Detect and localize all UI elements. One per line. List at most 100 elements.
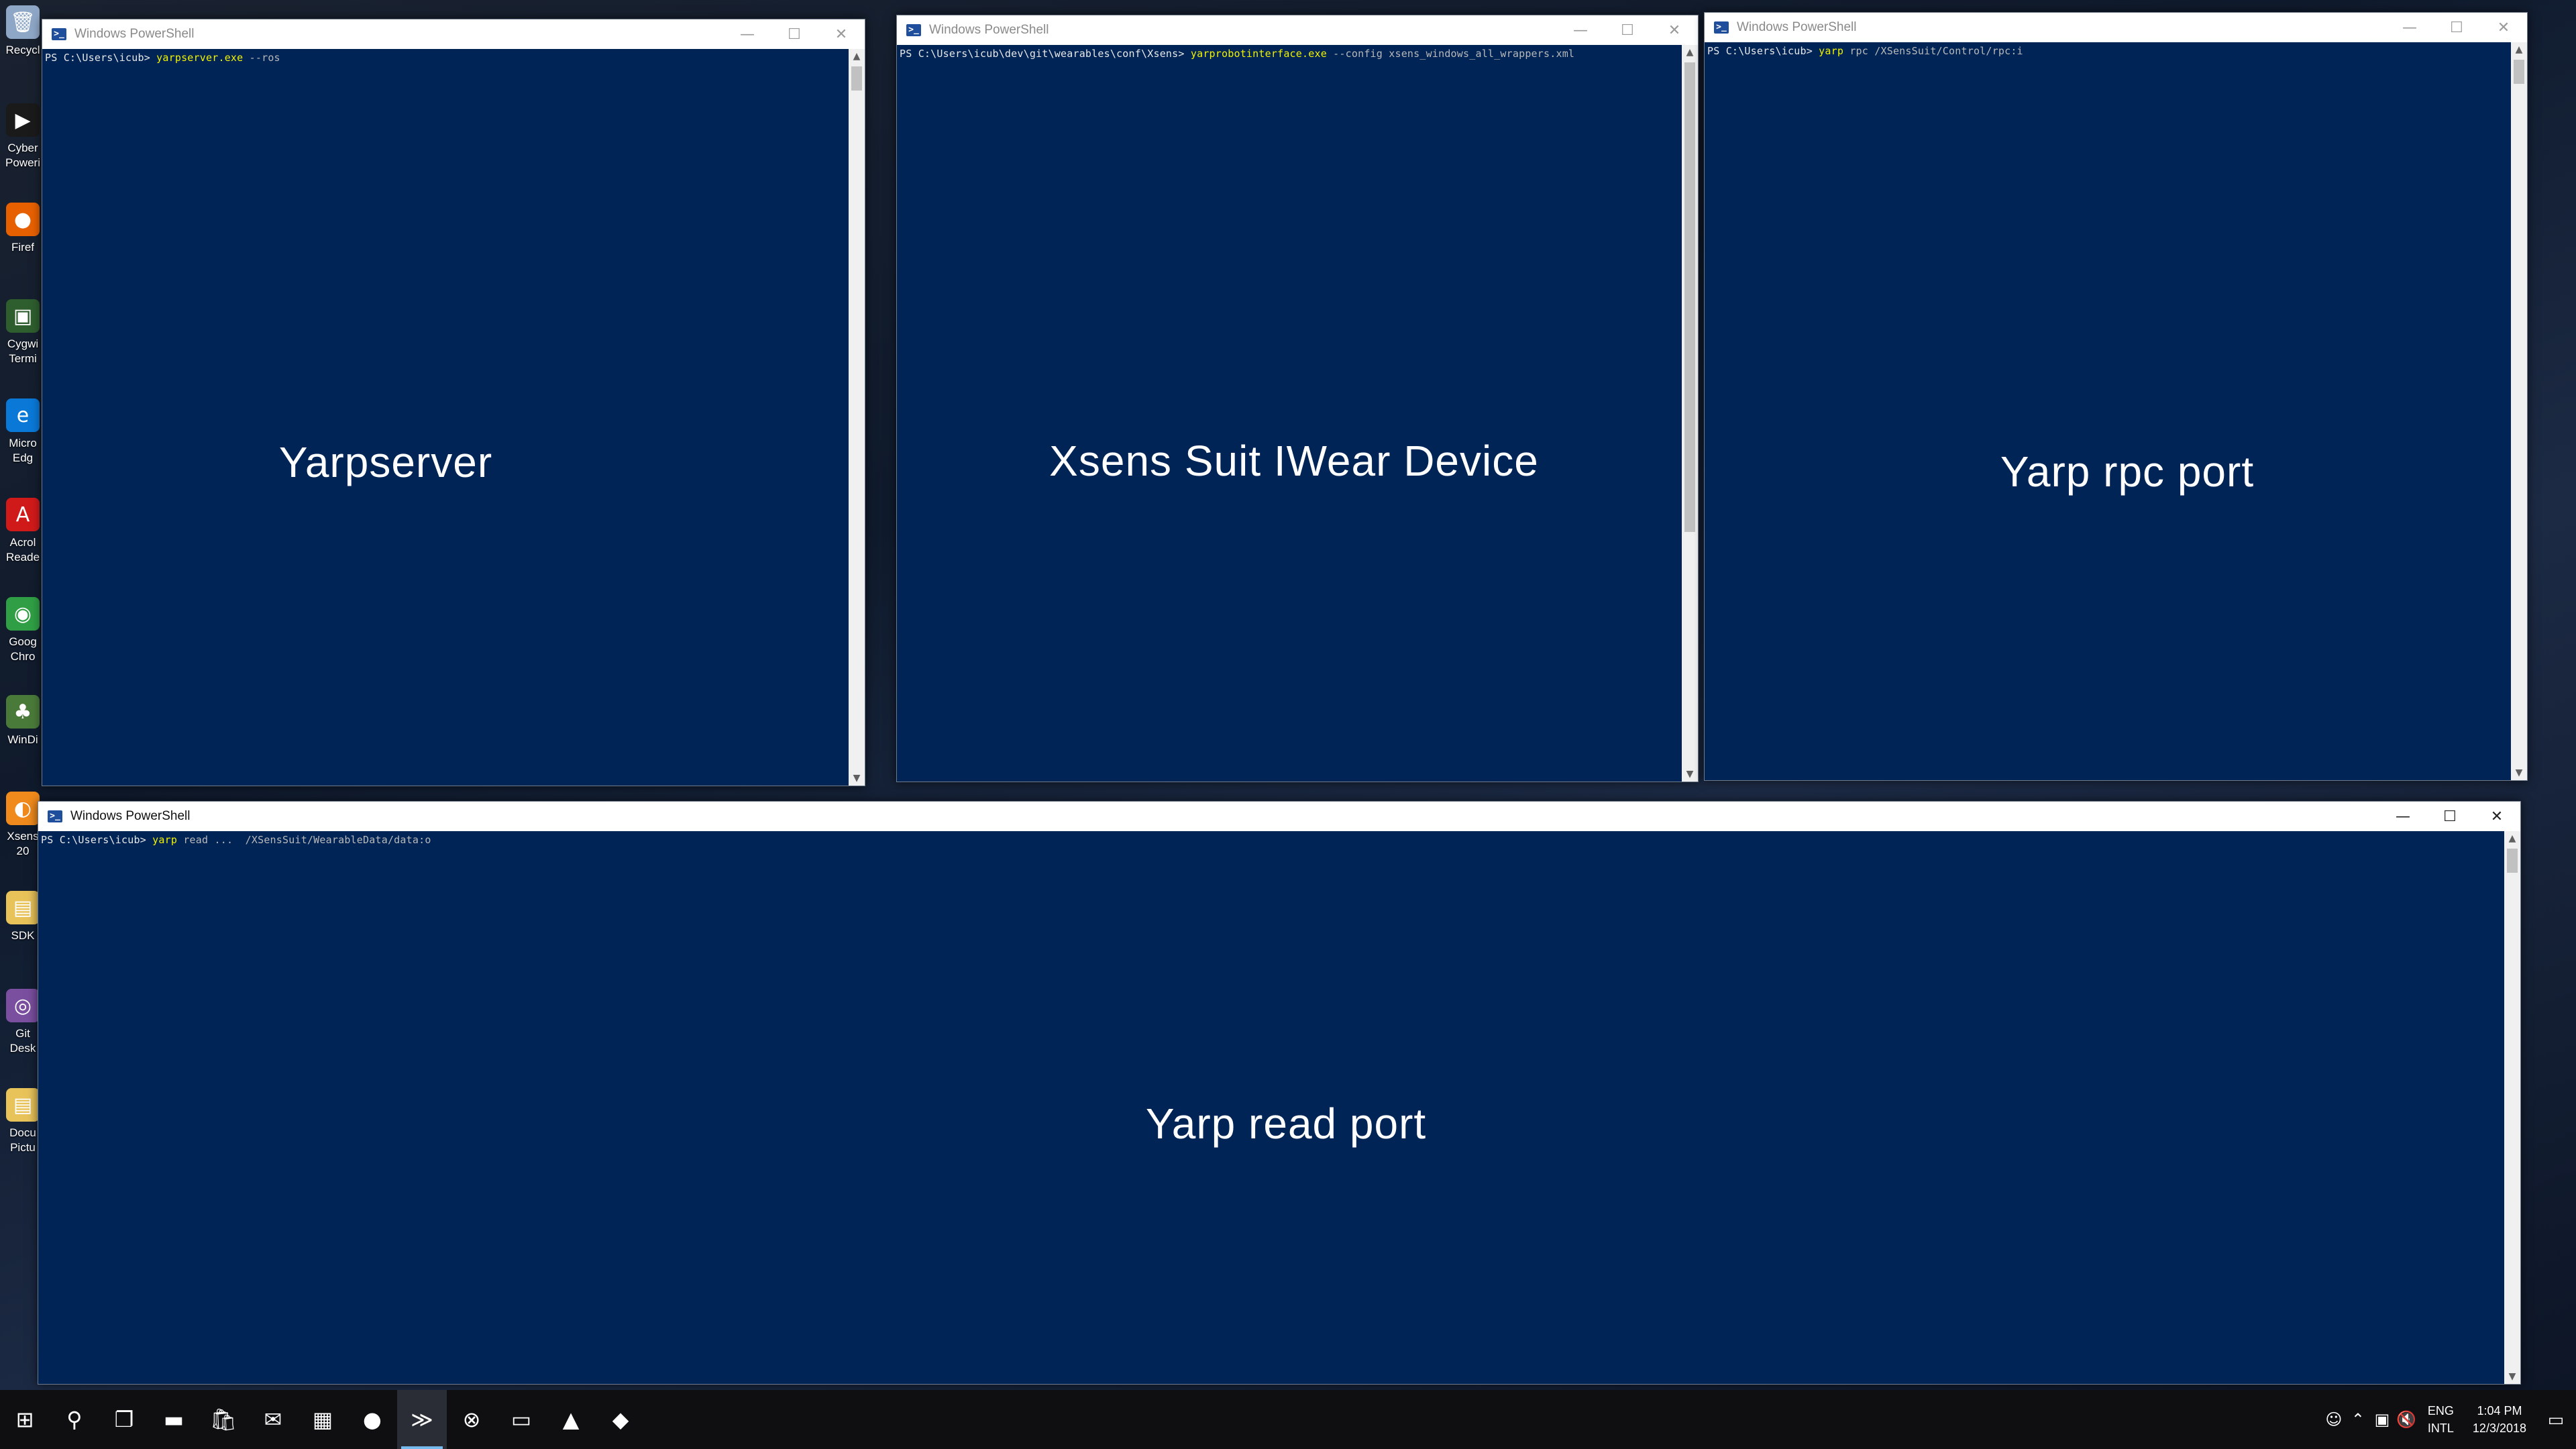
vertical-scrollbar[interactable]: ▲ ▼ xyxy=(2511,42,2527,780)
desktop-icon[interactable]: ▣ Cygwi Termi xyxy=(0,294,46,368)
powershell-taskbar-icon[interactable]: ≫ xyxy=(397,1390,447,1449)
window-yarp-rpc[interactable]: >_ Windows PowerShell — ☐ ✕ PS C:\Users\… xyxy=(1704,12,2528,781)
title-bar[interactable]: >_ Windows PowerShell — ☐ ✕ xyxy=(1705,13,2527,42)
recycle-bin-icon: 🗑 xyxy=(6,5,40,39)
scroll-down-arrow-icon[interactable]: ▼ xyxy=(2504,1369,2520,1384)
file-explorer-icon[interactable]: ▬ xyxy=(149,1390,199,1449)
show-hidden-icons-chevron-icon[interactable]: ⌃ xyxy=(2346,1410,2370,1429)
scroll-up-arrow-icon[interactable]: ▲ xyxy=(2504,831,2520,846)
desktop-icon-label: Git Desk xyxy=(9,1027,36,1055)
desktop-icon-label: Recycl xyxy=(5,44,40,56)
people-icon[interactable]: ☺ xyxy=(2322,1410,2346,1429)
store-icon[interactable]: 🛍 xyxy=(199,1390,248,1449)
desktop-icon[interactable]: ♣ WinDi xyxy=(0,690,46,763)
powershell-icon: >_ xyxy=(48,810,62,822)
minimize-button[interactable]: — xyxy=(724,19,771,49)
window-yarpserver[interactable]: >_ Windows PowerShell — ☐ ✕ PS C:\Users\… xyxy=(42,19,865,786)
scroll-up-arrow-icon[interactable]: ▲ xyxy=(1682,45,1698,60)
command-args: read ... /XSensSuit/WearableData/data:o xyxy=(177,834,431,846)
desktop-icon[interactable]: A Acrol Reade xyxy=(0,492,46,566)
minimize-button[interactable]: — xyxy=(2386,13,2433,42)
scroll-thumb[interactable] xyxy=(851,66,862,91)
sdk-folder-icon: ▤ xyxy=(6,891,40,924)
desktop-icon[interactable]: e Micro Edg xyxy=(0,393,46,467)
console-area[interactable]: PS C:\Users\icub> yarp read ... /XSensSu… xyxy=(38,831,2504,1384)
window-caption: Yarp read port xyxy=(1145,1099,1427,1148)
scroll-down-arrow-icon[interactable]: ▼ xyxy=(2511,765,2527,780)
calculator-app-icon[interactable]: ▦ xyxy=(298,1390,347,1449)
git-icon[interactable]: ◆ xyxy=(596,1390,645,1449)
scroll-down-arrow-icon[interactable]: ▼ xyxy=(1682,767,1698,782)
cygwin-terminal-icon: ▣ xyxy=(6,299,40,333)
clock-date: 12/3/2018 xyxy=(2472,1421,2526,1435)
window-xsens-iwear-device[interactable]: >_ Windows PowerShell — ☐ ✕ PS C:\Users\… xyxy=(896,15,1699,782)
maximize-button[interactable]: ☐ xyxy=(2433,13,2480,42)
prompt: PS C:\Users\icub> xyxy=(41,834,153,846)
command-exe: yarpserver.exe xyxy=(156,52,244,64)
vertical-scrollbar[interactable]: ▲ ▼ xyxy=(849,49,865,786)
desktop-icon-label: Firef xyxy=(11,241,34,254)
firefox-taskbar-icon[interactable]: ● xyxy=(347,1390,397,1449)
scroll-thumb[interactable] xyxy=(2507,849,2518,873)
terminal-window-icon[interactable]: ▭ xyxy=(496,1390,546,1449)
search-icon[interactable]: ⚲ xyxy=(50,1390,99,1449)
desktop-icon-label: SDK xyxy=(11,929,35,942)
minimize-button[interactable]: — xyxy=(2379,802,2426,831)
title-bar[interactable]: >_ Windows PowerShell — ☐ ✕ xyxy=(42,19,865,49)
xbox-icon[interactable]: ⊗ xyxy=(447,1390,496,1449)
scroll-down-arrow-icon[interactable]: ▼ xyxy=(849,771,865,786)
title-bar[interactable]: >_ Windows PowerShell — ☐ ✕ xyxy=(897,15,1698,45)
window-caption: Yarpserver xyxy=(278,438,493,486)
vertical-scrollbar[interactable]: ▲ ▼ xyxy=(2504,831,2520,1384)
xsens-icon: ◐ xyxy=(6,792,40,825)
close-button[interactable]: ✕ xyxy=(2480,13,2527,42)
scroll-up-arrow-icon[interactable]: ▲ xyxy=(2511,42,2527,57)
desktop-icon-label: Cygwi Termi xyxy=(7,337,39,365)
close-button[interactable]: ✕ xyxy=(1651,15,1698,45)
maximize-button[interactable]: ☐ xyxy=(771,19,818,49)
mail-icon[interactable]: ✉ xyxy=(248,1390,298,1449)
command-line: PS C:\Users\icub> yarp rpc /XSensSuit/Co… xyxy=(1707,45,2023,57)
network-icon[interactable]: ▣ xyxy=(2370,1410,2394,1429)
window-title: Windows PowerShell xyxy=(74,27,195,41)
window-caption: Yarp rpc port xyxy=(2000,447,2255,496)
action-center-notification-icon[interactable]: ▭ xyxy=(2536,1409,2576,1430)
input-language-indicator[interactable]: ENG INTL xyxy=(2428,1402,2454,1437)
minimize-button[interactable]: — xyxy=(1557,15,1604,45)
command-line: PS C:\Users\icub> yarp read ... /XSensSu… xyxy=(41,834,431,846)
close-button[interactable]: ✕ xyxy=(2473,802,2520,831)
console-area[interactable]: PS C:\Users\icub> yarpserver.exe --ros Y… xyxy=(42,49,849,786)
console-area[interactable]: PS C:\Users\icub\dev\git\wearables\conf\… xyxy=(897,45,1682,782)
window-caption: Xsens Suit IWear Device xyxy=(1049,437,1539,485)
github-desktop-icon: ◎ xyxy=(6,989,40,1022)
scroll-up-arrow-icon[interactable]: ▲ xyxy=(849,49,865,64)
maximize-button[interactable]: ☐ xyxy=(1604,15,1651,45)
desktop-icon-label: Micro Edg xyxy=(9,437,37,464)
desktop-icon[interactable]: ▶ Cyber Poweri xyxy=(0,98,46,172)
documents-folder-icon: ▤ xyxy=(6,1088,40,1122)
powershell-icon: >_ xyxy=(1714,21,1729,34)
language-code: ENG xyxy=(2427,1404,2454,1417)
close-button[interactable]: ✕ xyxy=(818,19,865,49)
mvn-analyze-icon[interactable]: ▲ xyxy=(546,1390,596,1449)
desktop-icon[interactable]: 🗑 Recycl xyxy=(0,0,46,74)
desktop-icon[interactable]: ◉ Goog Chro xyxy=(0,592,46,665)
task-view-icon[interactable]: ❐ xyxy=(99,1390,149,1449)
clock[interactable]: 1:04 PM 12/3/2018 xyxy=(2473,1402,2526,1437)
vertical-scrollbar[interactable]: ▲ ▼ xyxy=(1682,45,1698,782)
scroll-thumb[interactable] xyxy=(2514,60,2524,84)
maximize-button[interactable]: ☐ xyxy=(2426,802,2473,831)
powershell-icon: >_ xyxy=(52,28,66,40)
window-title: Windows PowerShell xyxy=(70,809,191,823)
scroll-thumb[interactable] xyxy=(1684,62,1695,532)
command-exe: yarprobotinterface.exe xyxy=(1190,48,1327,60)
desktop-icon[interactable]: ● Firef xyxy=(0,197,46,271)
command-args: --config xsens_windows_all_wrappers.xml xyxy=(1326,48,1575,60)
title-bar[interactable]: >_ Windows PowerShell — ☐ ✕ xyxy=(38,802,2520,831)
taskbar: ⊞ ⚲ ❐ ▬ 🛍 ✉ ▦ ● ≫ ⊗ ▭ ▲ ◆ ☺ ⌃ ▣ 🔇 ENG INTL 1:04 P… xyxy=(0,1390,2576,1449)
console-area[interactable]: PS C:\Users\icub> yarp rpc /XSensSuit/Co… xyxy=(1705,42,2511,780)
prompt: PS C:\Users\icub> xyxy=(45,52,157,64)
volume-muted-icon[interactable]: 🔇 xyxy=(2394,1410,2418,1429)
window-yarp-read[interactable]: >_ Windows PowerShell — ☐ ✕ PS C:\Users\… xyxy=(38,801,2521,1385)
start-button-windows-icon[interactable]: ⊞ xyxy=(0,1390,50,1449)
